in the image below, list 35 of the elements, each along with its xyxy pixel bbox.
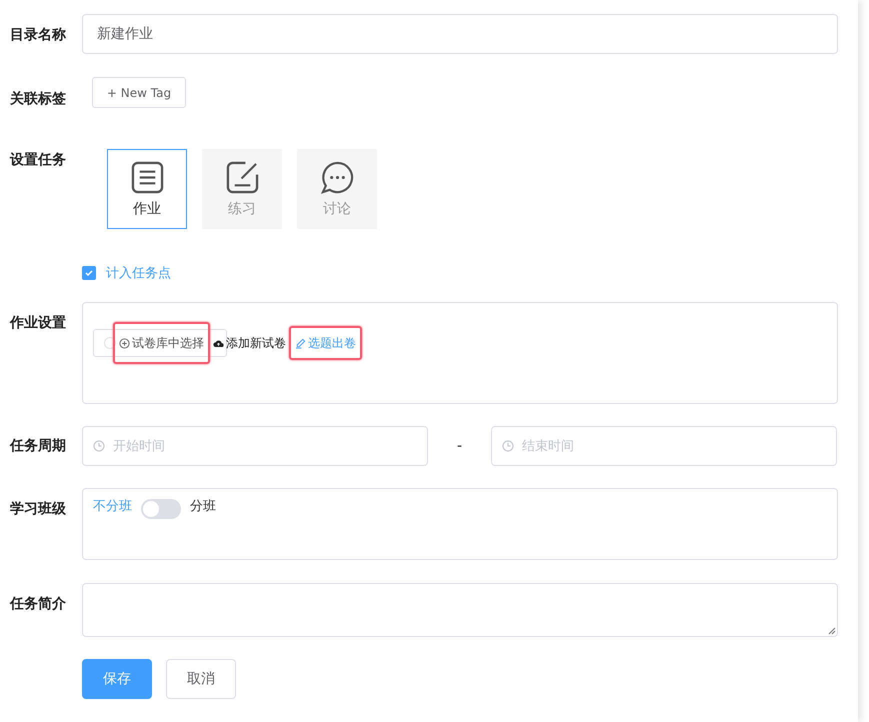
clock-icon [93, 440, 105, 452]
checkbox-label[interactable]: 计入任务点 [106, 264, 171, 282]
input-field[interactable]: 新建作业 [82, 14, 838, 54]
field-label: 作业设置 [10, 314, 67, 332]
plus-circle-icon [119, 338, 130, 348]
date-field[interactable]: 结束时间 [491, 426, 837, 466]
field-label: 关联标签 [10, 90, 67, 108]
switch-label: 不分班 [93, 498, 132, 516]
link[interactable]: 选题出卷 [289, 326, 362, 360]
save-button[interactable]: 保存 [82, 659, 152, 699]
pencil-icon [295, 338, 306, 348]
date-field[interactable]: 开始时间 [82, 426, 428, 466]
range-separator: - [456, 438, 464, 454]
field-label: 任务周期 [10, 437, 67, 455]
task-tile[interactable]: 讨论 [297, 149, 377, 229]
action-button[interactable]: 添加新试卷 [210, 322, 289, 364]
action-button[interactable]: 试卷库中选择 [113, 322, 210, 364]
cloud-upload-icon [213, 338, 224, 348]
task-tile[interactable]: 练习 [202, 149, 282, 229]
field-label: 任务简介 [10, 595, 67, 613]
task-tile[interactable]: 作业 [107, 149, 187, 229]
resize-handle-icon[interactable] [828, 627, 836, 635]
cancel-button[interactable]: 取消 [166, 659, 236, 699]
edit-icon [226, 160, 258, 194]
chat-bubble-icon [320, 160, 354, 194]
field-label: 目录名称 [10, 26, 67, 44]
clock-icon [502, 440, 514, 452]
radio-icon [104, 337, 116, 349]
switch-label: 分班 [190, 498, 216, 516]
toggle-switch[interactable] [141, 499, 181, 519]
checkbox[interactable] [82, 266, 96, 280]
list-icon [130, 160, 164, 194]
field-label: 学习班级 [10, 500, 67, 518]
field-label: 设置任务 [10, 151, 67, 169]
new-tag-button[interactable]: + New Tag [92, 77, 186, 108]
